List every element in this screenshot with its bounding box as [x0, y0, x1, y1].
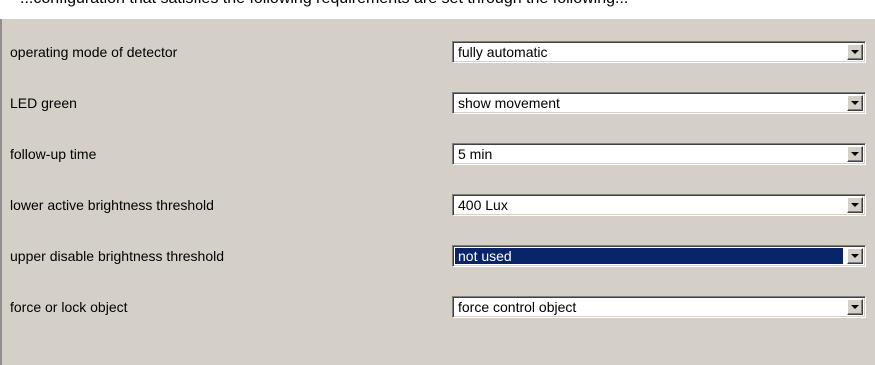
dropdown-value: not used: [455, 248, 843, 264]
page: ...configuration that satisfies the foll…: [0, 0, 875, 365]
dropdown-value: force control object: [458, 299, 577, 315]
operating-mode-dropdown[interactable]: fully automatic: [452, 41, 866, 63]
chevron-down-icon: [851, 50, 859, 54]
parameter-row-force-lock: force or lock object force control objec…: [2, 296, 875, 318]
cropped-caption: ...configuration that satisfies the foll…: [0, 0, 875, 20]
chevron-down-icon: [851, 101, 859, 105]
dropdown-button[interactable]: [847, 44, 863, 60]
dropdown-value: 5 min: [458, 146, 493, 162]
parameter-row-follow-up-time: follow-up time 5 min: [2, 143, 875, 165]
parameter-label: upper disable brightness threshold: [10, 248, 225, 264]
parameter-label: lower active brightness threshold: [10, 197, 214, 213]
dropdown-button[interactable]: [847, 197, 863, 213]
caption-text: ...configuration that satisfies the foll…: [20, 0, 628, 8]
dropdown-button[interactable]: [847, 248, 863, 264]
lower-threshold-dropdown[interactable]: 400 Lux: [452, 194, 866, 216]
chevron-down-icon: [851, 254, 859, 258]
force-lock-dropdown[interactable]: force control object: [452, 296, 866, 318]
parameter-label: LED green: [10, 95, 77, 111]
chevron-down-icon: [851, 305, 859, 309]
chevron-down-icon: [851, 203, 859, 207]
dropdown-button[interactable]: [847, 95, 863, 111]
dropdown-value: fully automatic: [458, 44, 548, 60]
follow-up-time-dropdown[interactable]: 5 min: [452, 143, 866, 165]
parameter-row-lower-threshold: lower active brightness threshold 400 Lu…: [2, 194, 875, 216]
parameter-panel: operating mode of detector fully automat…: [0, 19, 875, 365]
parameter-label: follow-up time: [10, 146, 97, 162]
chevron-down-icon: [851, 152, 859, 156]
dropdown-button[interactable]: [847, 146, 863, 162]
parameter-label: force or lock object: [10, 299, 128, 315]
upper-threshold-dropdown[interactable]: not used: [452, 245, 866, 267]
dropdown-value: show movement: [458, 95, 560, 111]
led-green-dropdown[interactable]: show movement: [452, 92, 866, 114]
parameter-row-upper-threshold: upper disable brightness threshold not u…: [2, 245, 875, 267]
dropdown-value: 400 Lux: [458, 197, 508, 213]
parameter-label: operating mode of detector: [10, 44, 178, 60]
dropdown-button[interactable]: [847, 299, 863, 315]
parameter-row-led-green: LED green show movement: [2, 92, 875, 114]
parameter-row-operating-mode: operating mode of detector fully automat…: [2, 41, 875, 63]
